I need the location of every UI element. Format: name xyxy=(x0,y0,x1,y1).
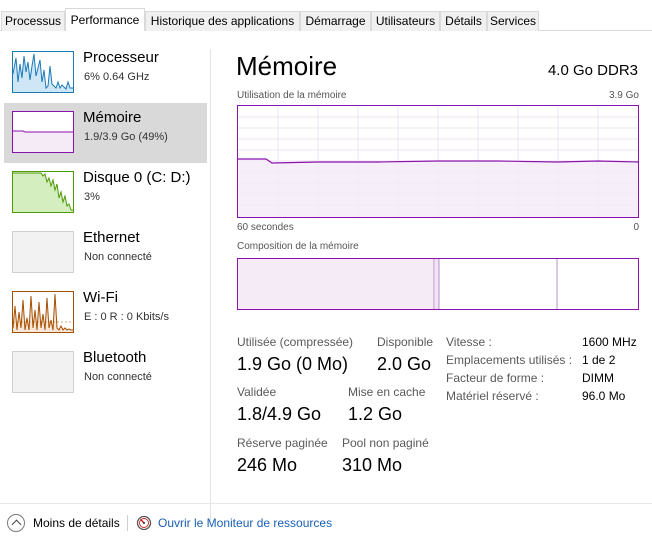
form-factor-value: DIMM xyxy=(582,371,614,385)
tab-details[interactable]: Détails xyxy=(440,11,487,31)
sidebar-item-sub: 6% 0.64 GHz xyxy=(84,71,150,83)
sidebar-item-memoire[interactable]: Mémoire 1.9/3.9 Go (49%) xyxy=(4,103,207,163)
sidebar-item-disque[interactable]: Disque 0 (C: D:) 3% xyxy=(4,163,207,223)
fewer-details-button[interactable]: Moins de détails xyxy=(7,513,120,533)
paged-pool-value: 246 Mo xyxy=(237,455,298,475)
memory-composition-bar xyxy=(237,258,639,310)
tab-historique[interactable]: Historique des applications xyxy=(145,11,300,31)
form-factor-label: Facteur de forme : xyxy=(446,371,545,385)
paged-pool-label: Réserve paginée xyxy=(237,436,328,450)
sidebar-item-sub: Non connecté xyxy=(84,371,152,383)
composition-label: Composition de la mémoire xyxy=(237,241,359,252)
open-resource-monitor-label: Ouvrir le Moniteur de ressources xyxy=(158,516,333,530)
bluetooth-graph-icon xyxy=(12,351,74,393)
tab-utilisateurs[interactable]: Utilisateurs xyxy=(371,11,440,31)
disk-graph-icon xyxy=(12,171,74,213)
slots-label: Emplacements utilisés : xyxy=(446,353,573,367)
tab-performance[interactable]: Performance xyxy=(65,8,145,31)
ethernet-graph-icon xyxy=(12,231,74,273)
nonpaged-pool-label: Pool non paginé xyxy=(342,436,429,450)
nonpaged-pool-value: 310 Mo xyxy=(342,455,403,475)
cached-value: 1.2 Go xyxy=(348,404,403,424)
sidebar-item-ethernet[interactable]: Ethernet Non connecté xyxy=(4,223,207,283)
time-axis-left: 60 secondes xyxy=(237,222,294,233)
wifi-graph-icon xyxy=(12,291,74,333)
memory-graph-icon xyxy=(12,111,74,153)
footer-divider xyxy=(0,503,652,504)
committed-label: Validée xyxy=(237,385,277,399)
used-label: Utilisée (compressée) xyxy=(237,335,354,349)
sidebar-item-sub: 3% xyxy=(84,191,100,203)
sidebar-item-sub: 1.9/3.9 Go (49%) xyxy=(84,131,168,143)
used-value: 1.9 Go (0 Mo) xyxy=(237,354,349,374)
sidebar-item-label: Bluetooth xyxy=(83,349,147,366)
sidebar-item-sub: Non connecté xyxy=(84,251,152,263)
sidebar-item-label: Wi-Fi xyxy=(83,289,118,306)
sidebar-item-processeur[interactable]: Processeur 6% 0.64 GHz xyxy=(4,43,207,103)
memory-usage-graph xyxy=(237,105,639,218)
cpu-graph-icon xyxy=(12,51,74,93)
speed-value: 1600 MHz xyxy=(582,335,637,349)
sidebar-item-label: Disque 0 (C: D:) xyxy=(83,169,191,186)
footer-bar: Moins de détails Ouvrir le Moniteur de r… xyxy=(0,503,652,542)
sidebar-item-sub: E : 0 R : 0 Kbits/s xyxy=(84,311,169,323)
reserved-value: 96.0 Mo xyxy=(582,389,626,403)
tab-services[interactable]: Services xyxy=(487,11,539,31)
open-resource-monitor-link[interactable]: Ouvrir le Moniteur de ressources xyxy=(136,513,332,533)
tab-bar: Processus Performance Historique des app… xyxy=(0,0,652,31)
chevron-up-icon xyxy=(7,514,25,532)
committed-value: 1.8/4.9 Go xyxy=(237,404,322,424)
resource-sidebar: Processeur 6% 0.64 GHz Mémoire 1.9/3.9 G… xyxy=(0,31,211,524)
sidebar-item-label: Processeur xyxy=(83,49,159,66)
reserved-label: Matériel réservé : xyxy=(446,389,539,403)
memory-detail-panel: Mémoire 4.0 Go DDR3 Utilisation de la mé… xyxy=(230,31,652,501)
sidebar-divider xyxy=(210,49,211,524)
slots-value: 1 de 2 xyxy=(582,353,616,367)
usage-graph-label: Utilisation de la mémoire xyxy=(237,90,347,101)
speed-label: Vitesse : xyxy=(446,335,492,349)
available-label: Disponible xyxy=(377,335,434,349)
sidebar-item-bluetooth[interactable]: Bluetooth Non connecté xyxy=(4,343,207,403)
page-title: Mémoire xyxy=(236,51,338,81)
memory-spec: 4.0 Go DDR3 xyxy=(547,62,638,79)
usage-graph-max: 3.9 Go xyxy=(608,90,639,101)
sidebar-item-wifi[interactable]: Wi-Fi E : 0 R : 0 Kbits/s xyxy=(4,283,207,343)
time-axis-right: 0 xyxy=(633,222,639,233)
tab-demarrage[interactable]: Démarrage xyxy=(300,11,371,31)
footer-separator xyxy=(127,515,128,531)
resource-monitor-icon xyxy=(136,515,152,531)
available-value: 2.0 Go xyxy=(377,354,432,374)
sidebar-item-label: Ethernet xyxy=(83,229,140,246)
cached-label: Mise en cache xyxy=(348,385,426,399)
sidebar-item-label: Mémoire xyxy=(83,109,142,126)
fewer-details-label: Moins de détails xyxy=(33,516,120,530)
tab-processus[interactable]: Processus xyxy=(1,11,65,31)
